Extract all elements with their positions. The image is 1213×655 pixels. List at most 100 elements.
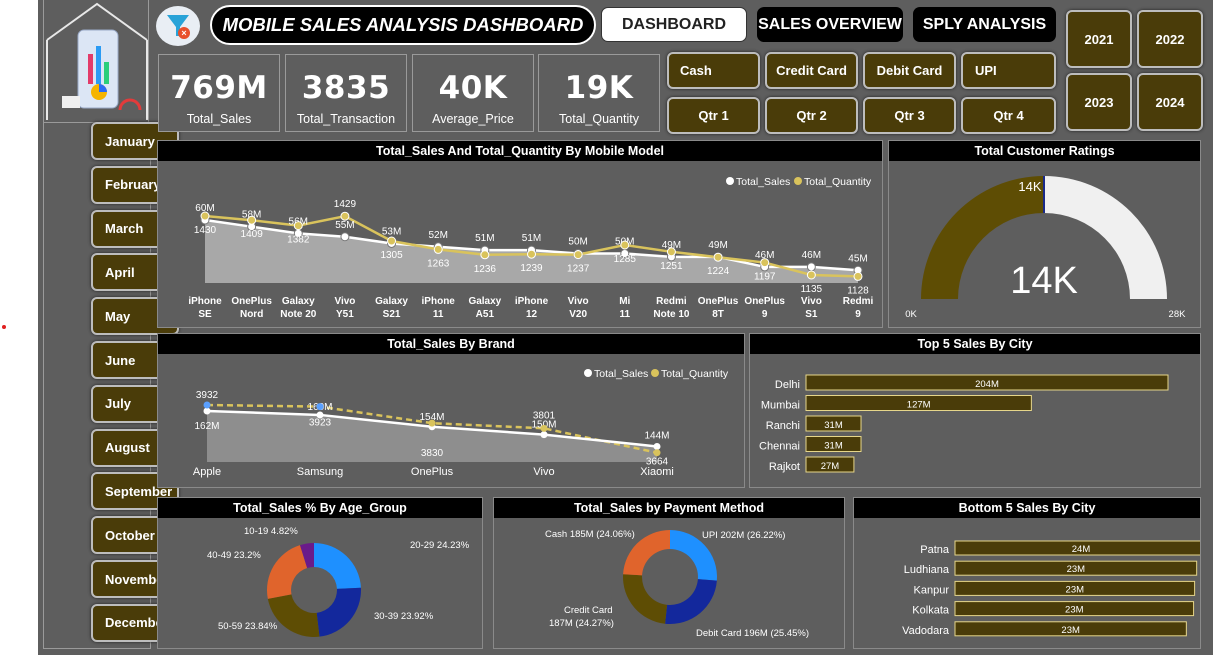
year-2022-button[interactable]: 2022 xyxy=(1137,10,1203,68)
sales-data-label: 49M xyxy=(708,240,727,251)
legend-marker-quantity xyxy=(794,177,802,185)
sales-data-label: 50M xyxy=(568,237,587,248)
sales-data-label: 53M xyxy=(382,226,401,237)
year-2021-button[interactable]: 2021 xyxy=(1066,10,1132,68)
x-tick-label: Note 20 xyxy=(280,309,317,320)
sales-point xyxy=(203,407,211,415)
donut-slice-40-49 xyxy=(267,545,308,599)
x-tick-label: Y51 xyxy=(336,309,354,320)
year-2023-button[interactable]: 2023 xyxy=(1066,73,1132,131)
x-tick-label: OnePlus xyxy=(744,296,785,307)
quantity-point xyxy=(853,271,863,281)
legend-marker-quantity xyxy=(651,369,659,377)
slice-label: 20-29 24.23% xyxy=(410,540,470,551)
brand-chart-panel: Total_Sales By Brand 162M160M154M150M144… xyxy=(157,333,745,488)
x-tick-label: 8T xyxy=(712,309,724,320)
quantity-point xyxy=(316,403,324,411)
quantity-data-label: 1430 xyxy=(194,225,217,236)
chart-title: Top 5 Sales By City xyxy=(750,334,1200,354)
kpi-label: Total_Quantity xyxy=(559,112,639,126)
filter-debit-card-button[interactable]: Debit Card xyxy=(863,52,956,89)
svg-text:×: × xyxy=(181,28,186,38)
year-2024-button[interactable]: 2024 xyxy=(1137,73,1203,131)
bottom-cities-bar-chart: Patna 24M Ludhiana 23M Kanpur 23M Kolkata 23M Va… xyxy=(902,540,1200,637)
filter-qtr3-button[interactable]: Qtr 3 xyxy=(863,97,956,134)
quantity-data-label: 1135 xyxy=(801,284,823,295)
quantity-point xyxy=(806,270,816,280)
y-tick-label: Kanpur xyxy=(914,584,950,596)
dashboard: January February March April May June July Augu… xyxy=(38,0,1213,655)
quantity-point xyxy=(573,250,583,260)
filter-credit-card-button[interactable]: Credit Card xyxy=(765,52,858,89)
age-group-panel: Total_Sales % By Age_Group 20-29 24.23% 3… xyxy=(157,497,483,649)
quantity-data-label: 1285 xyxy=(614,254,637,265)
quantity-data-label: 3801 xyxy=(533,410,556,421)
donut-slice-20-29 xyxy=(314,543,361,589)
kpi-label: Total_Sales xyxy=(186,112,252,126)
quantity-data-label: 1263 xyxy=(427,258,450,269)
filter-cash-button[interactable]: Cash xyxy=(667,52,760,89)
funnel-icon[interactable]: × xyxy=(156,6,200,46)
filter-qtr4-button[interactable]: Qtr 4 xyxy=(961,97,1056,134)
legend-marker-sales xyxy=(584,369,592,377)
red-dot-marker xyxy=(2,325,6,329)
kpi-average-price: 40K Average_Price xyxy=(412,54,534,132)
chart-title: Total_Sales And Total_Quantity By Mobile… xyxy=(158,141,882,161)
x-tick-label: Redmi xyxy=(843,296,874,307)
tab-dashboard[interactable]: DASHBOARD xyxy=(601,7,747,42)
x-tick-label: iPhone xyxy=(188,296,222,307)
quantity-data-label: 1305 xyxy=(380,250,403,261)
x-tick-label: Galaxy xyxy=(375,296,408,307)
x-tick-label: Galaxy xyxy=(282,296,315,307)
bar-data-label: 127M xyxy=(907,400,931,411)
bar-data-label: 31M xyxy=(824,441,843,452)
quantity-data-label: 1409 xyxy=(241,229,264,240)
x-tick-label: Vivo xyxy=(801,296,822,307)
sales-data-label: 45M xyxy=(848,253,867,264)
x-tick-label: 9 xyxy=(762,309,768,320)
kpi-value: 40K xyxy=(438,70,508,106)
top-cities-bar-chart: Delhi 204M Mumbai 127M Ranchi 31M Chennai 31M Ra… xyxy=(759,374,1169,473)
quantity-data-label: 1197 xyxy=(754,272,776,283)
quantity-point xyxy=(293,221,303,231)
x-tick-label: S21 xyxy=(383,309,401,320)
x-tick-label: 11 xyxy=(619,309,630,320)
bar-data-label: 204M xyxy=(975,379,999,390)
bar-data-label: 23M xyxy=(1067,564,1086,575)
ratings-gauge: 14K 14K 0K 28K xyxy=(905,176,1186,320)
logo-panel xyxy=(43,0,149,122)
filter-qtr2-button[interactable]: Qtr 2 xyxy=(765,97,858,134)
x-tick-label: iPhone xyxy=(422,296,456,307)
kpi-total-transaction: 3835 Total_Transaction xyxy=(285,54,407,132)
sales-point xyxy=(806,262,816,272)
quantity-data-label: 1237 xyxy=(567,264,590,275)
legend-label-quantity: Total_Quantity xyxy=(804,176,872,188)
x-tick-label: Vivo xyxy=(568,296,589,307)
quantity-point xyxy=(713,252,723,262)
quantity-point xyxy=(433,244,443,254)
gauge-min-label: 0K xyxy=(905,309,917,320)
x-tick-label: Vivo xyxy=(533,466,554,478)
quantity-point xyxy=(666,247,676,257)
filter-upi-button[interactable]: UPI xyxy=(961,52,1056,89)
phone-analytics-logo xyxy=(46,2,148,120)
slice-label: UPI 202M (26.22%) xyxy=(702,530,785,541)
quantity-point xyxy=(760,258,770,268)
kpi-label: Total_Transaction xyxy=(296,112,396,126)
bottom-cities-panel: Bottom 5 Sales By City Patna 24M Ludhiana 2… xyxy=(853,497,1201,649)
quantity-data-label: 1128 xyxy=(847,285,869,296)
brand-line-chart: 162M160M154M150M144M39323923383038013664… xyxy=(193,368,729,478)
tab-sales-overview[interactable]: SALES OVERVIEW xyxy=(757,7,903,42)
quantity-data-label: 1382 xyxy=(287,235,310,246)
filter-qtr1-button[interactable]: Qtr 1 xyxy=(667,97,760,134)
donut-slice-30-39 xyxy=(316,587,361,637)
tab-sply-analysis[interactable]: SPLY ANALYSIS xyxy=(913,7,1056,42)
sales-data-label: 46M xyxy=(802,250,821,261)
legend-marker-sales xyxy=(726,177,734,185)
bar-data-label: 24M xyxy=(1072,544,1091,555)
ratings-gauge-panel: Total Customer Ratings 14K 14K 0K 28K xyxy=(888,140,1201,328)
quantity-point xyxy=(387,236,397,246)
bar-data-label: 31M xyxy=(824,420,843,431)
quantity-point xyxy=(200,211,210,221)
quantity-point xyxy=(203,401,211,409)
